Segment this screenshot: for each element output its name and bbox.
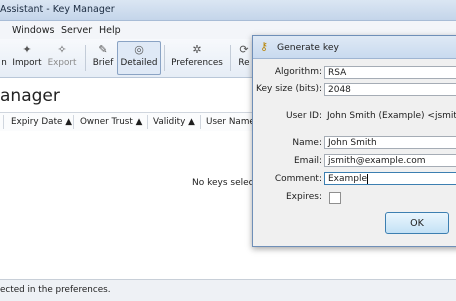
userid-label: User ID: bbox=[286, 111, 322, 121]
menu-help[interactable]: Help bbox=[99, 25, 121, 36]
menu-windows[interactable]: Windows bbox=[12, 25, 54, 36]
name-label: Name: bbox=[292, 138, 322, 148]
export-label: Export bbox=[47, 58, 77, 68]
dialog-title: Generate key bbox=[277, 42, 339, 53]
import-button[interactable]: ✦ Import bbox=[10, 42, 44, 74]
text-cursor bbox=[367, 173, 369, 184]
expires-checkbox[interactable] bbox=[329, 192, 341, 204]
brief-button[interactable]: ✎ Brief bbox=[90, 42, 116, 74]
toolbar-separator bbox=[85, 45, 86, 71]
expires-label: Expires: bbox=[286, 192, 322, 202]
empty-list-message: No keys select bbox=[192, 178, 258, 188]
column-divider bbox=[200, 115, 201, 129]
status-bar: ected in the preferences. bbox=[0, 279, 456, 301]
preferences-icon: ✲ bbox=[192, 43, 202, 56]
export-button[interactable]: ✧ Export bbox=[46, 42, 78, 74]
column-divider bbox=[147, 115, 148, 129]
column-owner-trust[interactable]: Owner Trust ▲ bbox=[80, 117, 142, 127]
preferences-label: Preferences bbox=[171, 58, 223, 68]
keysize-field[interactable]: 2048 bbox=[324, 83, 456, 96]
refresh-button[interactable]: ⟳ Re bbox=[236, 42, 252, 74]
email-field[interactable]: jsmith@example.com bbox=[324, 154, 456, 167]
dialog-title-bar: ⚷ Generate key bbox=[253, 36, 456, 59]
toolbar-separator bbox=[164, 45, 165, 71]
import-label: Import bbox=[12, 58, 42, 68]
comment-field[interactable]: Example bbox=[324, 172, 456, 185]
column-expiry-date[interactable]: Expiry Date ▲ bbox=[11, 117, 72, 127]
window-title: Assistant - Key Manager bbox=[0, 4, 115, 15]
toolbar-partial-button[interactable]: n bbox=[0, 42, 8, 74]
algorithm-label: Algorithm: bbox=[274, 67, 322, 77]
userid-value: John Smith (Example) <jsmith@ bbox=[327, 111, 456, 121]
brief-icon: ✎ bbox=[98, 43, 108, 56]
name-field[interactable]: John Smith bbox=[324, 136, 456, 149]
column-divider bbox=[73, 115, 74, 129]
refresh-label: Re bbox=[238, 58, 250, 68]
column-validity[interactable]: Validity ▲ bbox=[153, 117, 195, 127]
window-title-bar: Assistant - Key Manager bbox=[0, 0, 456, 21]
algorithm-field[interactable]: RSA bbox=[324, 66, 456, 79]
export-icon: ✧ bbox=[57, 43, 67, 56]
import-icon: ✦ bbox=[22, 43, 32, 56]
status-text: ected in the preferences. bbox=[0, 285, 111, 295]
detailed-label: Detailed bbox=[120, 58, 158, 68]
column-divider bbox=[3, 115, 4, 129]
partial-label: n bbox=[1, 58, 7, 68]
detailed-icon: ◎ bbox=[134, 43, 144, 56]
email-label: Email: bbox=[293, 156, 322, 166]
comment-value: Example bbox=[328, 174, 368, 184]
partial-icon bbox=[0, 42, 8, 58]
key-icon: ⚷ bbox=[260, 40, 269, 53]
ok-button[interactable]: OK bbox=[385, 212, 449, 234]
toolbar-separator bbox=[230, 45, 231, 71]
brief-label: Brief bbox=[92, 58, 114, 68]
preferences-button[interactable]: ✲ Preferences bbox=[170, 42, 224, 74]
comment-label: Comment: bbox=[274, 174, 322, 184]
column-user-name[interactable]: User Name bbox=[206, 117, 255, 127]
keysize-label: Key size (bits): bbox=[256, 84, 322, 94]
refresh-icon: ⟳ bbox=[239, 43, 249, 56]
menu-server[interactable]: Server bbox=[61, 25, 92, 36]
page-title: anager bbox=[0, 86, 60, 106]
detailed-button[interactable]: ◎ Detailed bbox=[117, 41, 161, 75]
